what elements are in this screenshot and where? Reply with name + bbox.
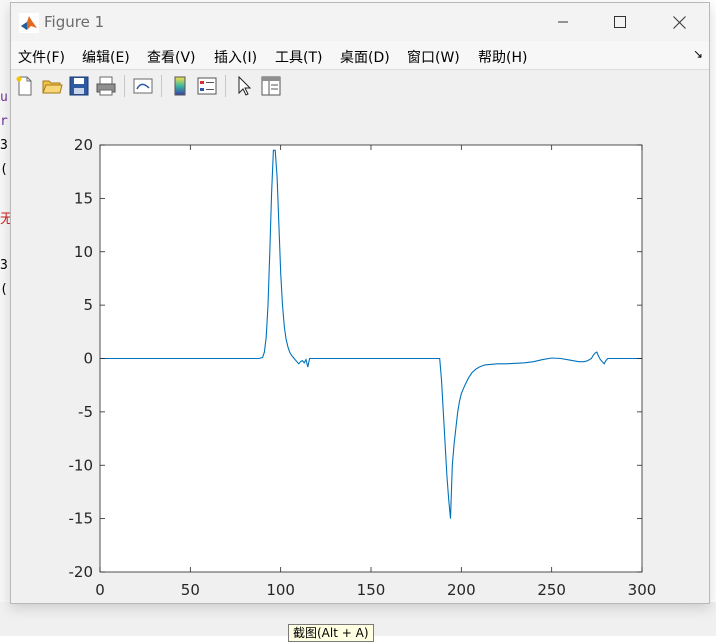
menu-tools[interactable]: 工具(T) bbox=[275, 47, 322, 67]
toolbar-separator bbox=[124, 75, 125, 97]
menu-insert[interactable]: 插入(I) bbox=[214, 47, 257, 67]
y-tick-label: -10 bbox=[69, 456, 94, 474]
editor-fragment: r bbox=[0, 114, 8, 129]
y-tick-label: 5 bbox=[83, 296, 93, 314]
menu-view[interactable]: 查看(V) bbox=[147, 47, 196, 67]
edit-plot-pointer-icon[interactable] bbox=[233, 75, 255, 97]
dock-arrow-icon[interactable]: ↘ bbox=[693, 47, 703, 61]
close-button[interactable] bbox=[656, 7, 702, 37]
screenshot-tooltip: 截图(Alt + A) bbox=[288, 624, 374, 642]
new-figure-icon[interactable] bbox=[14, 75, 36, 97]
close-icon bbox=[672, 15, 686, 29]
toolbar-separator bbox=[161, 75, 162, 97]
toolbar-separator bbox=[225, 75, 226, 97]
link-plot-icon[interactable] bbox=[132, 75, 154, 97]
x-tick-label: 250 bbox=[537, 581, 566, 599]
print-icon[interactable] bbox=[95, 75, 117, 97]
y-tick-label: -15 bbox=[69, 510, 94, 528]
figure-toolbar bbox=[11, 70, 709, 102]
y-tick-label: 15 bbox=[74, 189, 93, 207]
editor-fragment: u bbox=[0, 90, 8, 105]
x-tick-label: 100 bbox=[266, 581, 295, 599]
title-bar[interactable]: Figure 1 bbox=[11, 3, 709, 41]
editor-fragment: ( bbox=[0, 162, 8, 177]
window-title: Figure 1 bbox=[44, 13, 105, 31]
x-tick-label: 50 bbox=[181, 581, 200, 599]
matlab-logo-icon bbox=[19, 13, 39, 33]
x-tick-label: 200 bbox=[447, 581, 476, 599]
menu-window[interactable]: 窗口(W) bbox=[407, 47, 460, 67]
editor-fragment: 3 bbox=[0, 258, 8, 273]
x-tick-label: 0 bbox=[95, 581, 105, 599]
insert-colorbar-icon[interactable] bbox=[169, 75, 191, 97]
maximize-icon bbox=[614, 16, 626, 28]
minimize-icon bbox=[558, 21, 568, 23]
y-tick-label: -20 bbox=[69, 563, 94, 581]
x-tick-label: 150 bbox=[357, 581, 386, 599]
property-inspector-icon[interactable] bbox=[260, 75, 282, 97]
y-tick-label: 0 bbox=[83, 350, 93, 368]
line-chart[interactable]: 0 50 100 150 200 250 30020151050-5-10-15-20 bbox=[11, 103, 709, 603]
y-tick-label: 20 bbox=[74, 136, 93, 154]
save-icon[interactable] bbox=[68, 75, 90, 97]
minimize-button[interactable] bbox=[540, 7, 586, 37]
y-tick-label: -5 bbox=[78, 403, 93, 421]
open-file-icon[interactable] bbox=[41, 75, 63, 97]
plot-area: 0 50 100 150 200 250 300 20 15 10 5 0 -5 -10 -15 -20 bbox=[11, 103, 709, 603]
y-tick-label: 10 bbox=[74, 243, 93, 261]
menu-file[interactable]: 文件(F) bbox=[18, 47, 65, 67]
editor-fragment: 3 bbox=[0, 138, 8, 153]
menu-help[interactable]: 帮助(H) bbox=[478, 47, 527, 67]
menu-bar: 文件(F) 编辑(E) 查看(V) 插入(I) 工具(T) 桌面(D) 窗口(W… bbox=[11, 41, 709, 70]
x-tick-label: 300 bbox=[628, 581, 657, 599]
figure-window: Figure 1 文件(F) 编辑(E) 查看(V) 插入(I) 工具(T) 桌… bbox=[10, 2, 710, 604]
insert-legend-icon[interactable] bbox=[196, 75, 218, 97]
menu-desktop[interactable]: 桌面(D) bbox=[340, 47, 390, 67]
maximize-button[interactable] bbox=[597, 7, 643, 37]
menu-edit[interactable]: 编辑(E) bbox=[82, 47, 130, 67]
editor-fragment: ( bbox=[0, 282, 8, 297]
